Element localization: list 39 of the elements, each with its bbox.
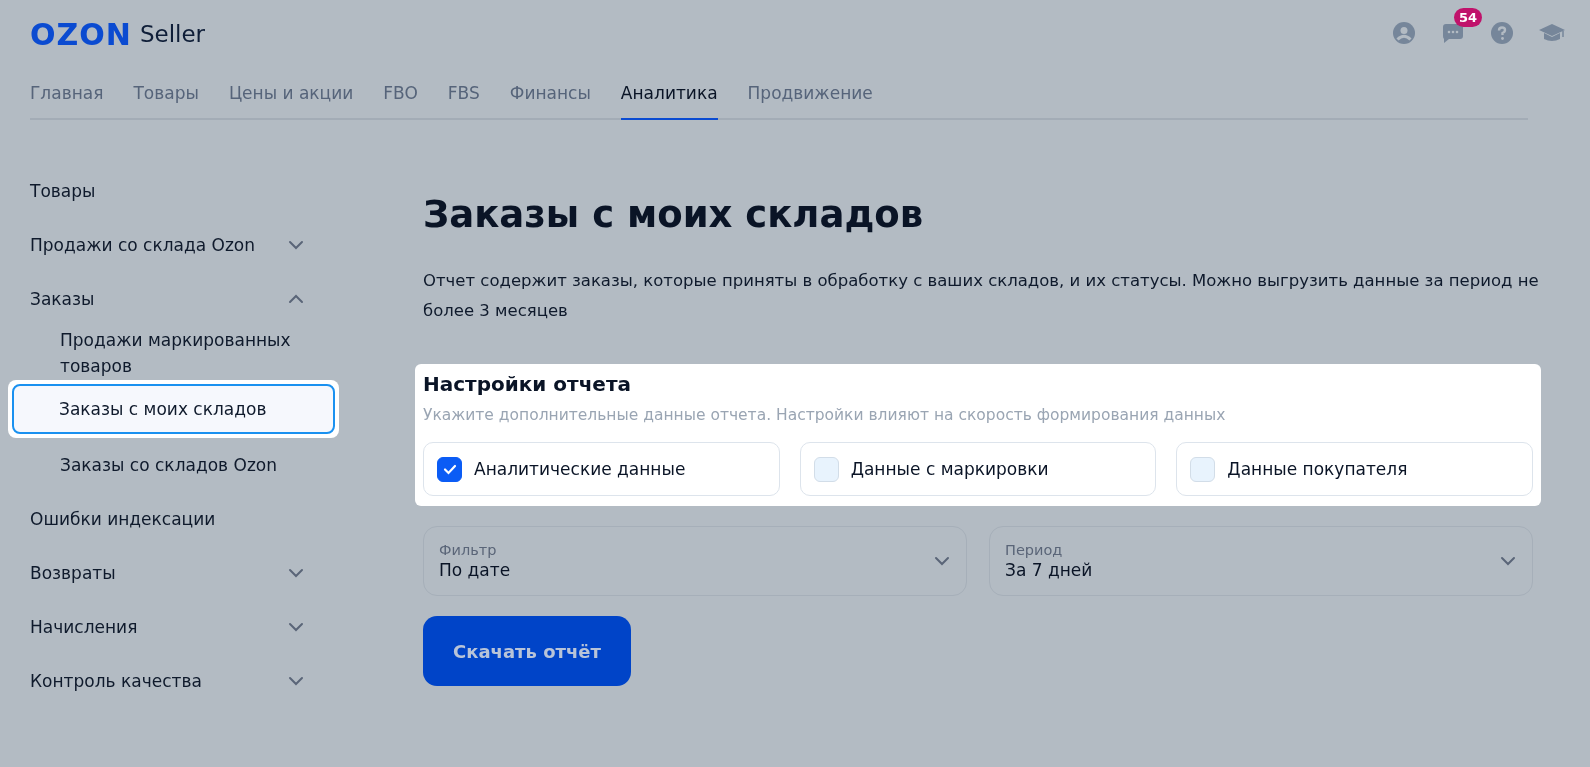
logo[interactable]: OZON [30,16,132,52]
checkbox-option[interactable]: Аналитические данные [423,442,780,496]
sidebar-subitem[interactable]: Продажи маркированных товаров [30,326,339,380]
settings-title: Настройки отчета [423,372,633,396]
chevron-icon [1500,556,1516,566]
sidebar-item[interactable]: Товары [30,164,339,218]
sidebar-subitem[interactable]: Заказы со складов Ozon [30,438,339,492]
chevron-icon [288,622,304,632]
checkbox[interactable] [437,456,462,482]
sidebar-item[interactable]: Ошибки индексации [30,492,339,546]
option-label: Данные покупателя [1227,459,1408,479]
option-label: Аналитические данные [474,459,686,479]
page-description: Отчет содержит заказы, которые приняты в обработку с ваших складов, и их статусы. Можно выгрузить данные за период не более 3 месяцев [423,270,1540,322]
product-name: Seller [139,21,205,47]
checkbox-option[interactable]: Данные покупателя [1176,442,1533,496]
chevron-icon [288,676,304,686]
select-field[interactable]: Фильтр По дате [423,526,967,596]
checkbox-option[interactable]: Данные с маркировки [799,442,1157,496]
select-field[interactable]: Период За 7 дней [989,526,1533,596]
page-title: Заказы с моих складов [423,193,925,236]
notification-badge: 54 [1454,8,1483,27]
sidebar-item[interactable]: Возвраты [30,546,339,600]
sidebar-item[interactable]: Заказы [30,272,339,326]
graduation-cap-icon[interactable] [1538,22,1566,44]
chevron-icon [934,556,950,566]
help-icon[interactable] [1490,21,1514,45]
chevron-icon [288,240,304,250]
sidebar-item[interactable]: Продажи со склада Ozon [30,218,339,272]
chevron-icon [288,568,304,578]
sidebar-item[interactable]: Начисления [30,600,339,654]
check-icon [442,463,457,475]
download-button[interactable]: Скачать отчёт [423,616,631,686]
settings-hint: Укажите дополнительные данные отчета. Настройки влияют на скорость формирования данных [423,406,1227,424]
chevron-icon [288,294,304,304]
nav-tab[interactable]: Аналитика [620,66,718,120]
profile-icon[interactable] [1392,21,1416,45]
option-label: Данные с маркировки [850,459,1049,479]
sidebar-item[interactable]: Контроль качества [30,654,339,708]
sidebar-subitem[interactable]: Заказы с моих складов [12,384,335,434]
